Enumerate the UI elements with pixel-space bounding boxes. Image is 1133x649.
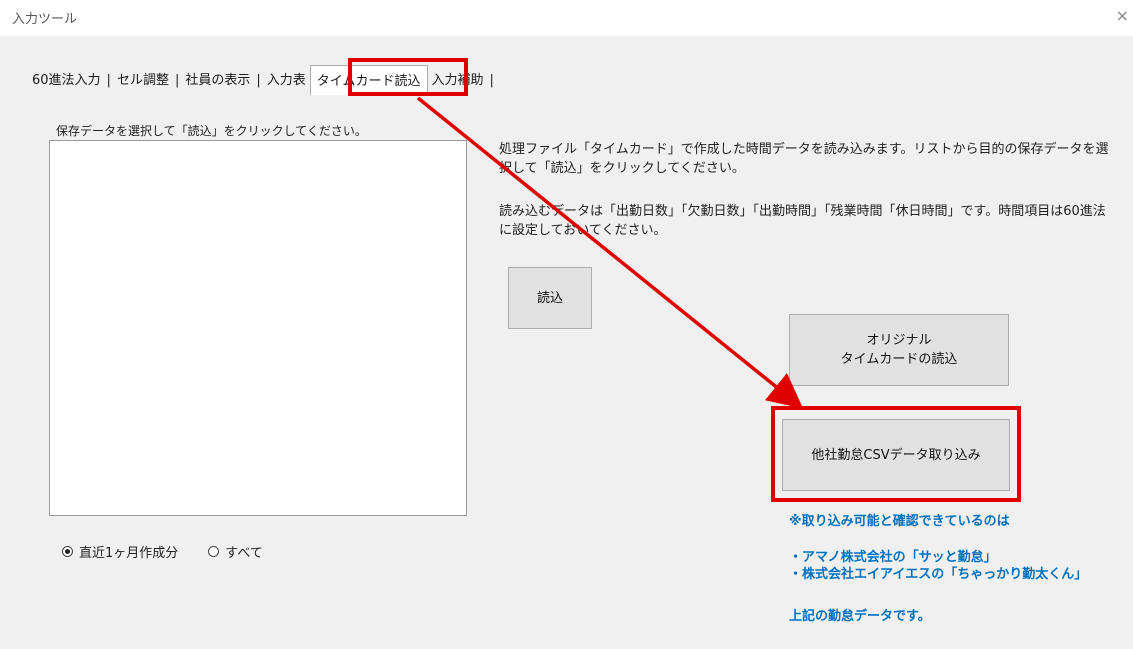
read-button[interactable]: 読込: [508, 267, 592, 329]
tab-separator: |: [489, 73, 494, 88]
window-title: 入力ツール: [12, 12, 78, 27]
dialog-client-area: 60進法入力 | セル調整 | 社員の表示 | 入力表 タイムカード読込 入力補…: [0, 36, 1133, 649]
list-caption: 保存データを選択して「読込」をクリックしてください。: [56, 124, 367, 138]
radio-all[interactable]: すべて: [208, 542, 263, 561]
other-company-csv-import-button[interactable]: 他社勤怠CSVデータ取り込み: [782, 419, 1010, 491]
radio-all-label: すべて: [225, 546, 263, 561]
note-confirmed: ※取り込み可能と確認できているのは: [789, 514, 1010, 529]
saved-data-listbox[interactable]: [49, 140, 467, 516]
tab-separator: |: [106, 73, 111, 88]
title-bar: 入力ツール ×: [0, 0, 1133, 36]
note-footer: 上記の勤怠データです。: [789, 609, 931, 624]
tab-employee-display[interactable]: 社員の表示: [181, 69, 254, 94]
tab-timecard-read[interactable]: タイムカード読込: [309, 65, 428, 95]
radio-unchecked-icon: [208, 546, 220, 557]
period-radio-group: 直近1ヶ月作成分 すべて: [62, 542, 293, 561]
description-text-1: 処理ファイル「タイムカード」で作成した時間データを読み込みます。リストから目的の…: [499, 142, 1109, 176]
tab-separator: |: [174, 73, 180, 88]
original-timecard-read-button[interactable]: オリジナル タイムカードの読込: [789, 314, 1009, 386]
radio-recent-month[interactable]: 直近1ヶ月作成分: [62, 542, 178, 561]
close-icon[interactable]: ×: [1116, 6, 1129, 25]
original-button-line1: オリジナル: [866, 333, 932, 348]
description-text-2: 読み込むデータは「出勤日数」「欠勤日数」「出勤時間」「残業時間「休日時間」です。…: [499, 204, 1106, 238]
tab-separator: |: [256, 73, 261, 88]
tab-60-notation-input[interactable]: 60進法入力: [28, 69, 105, 94]
radio-checked-icon: [62, 546, 73, 557]
radio-recent-month-label: 直近1ヶ月作成分: [79, 546, 179, 561]
tab-strip: 60進法入力 | セル調整 | 社員の表示 | 入力表 タイムカード読込 入力補…: [28, 64, 496, 95]
original-button-line2: タイムカードの読込: [840, 352, 958, 367]
note-vendor-ais: ・株式会社エイアイエスの「ちゃっかり勤太くん」: [789, 567, 1088, 582]
tab-cell-adjust[interactable]: セル調整: [113, 69, 173, 94]
tab-input-assist[interactable]: 入力補助: [428, 69, 488, 94]
tab-input-sheet[interactable]: 入力表: [263, 69, 310, 94]
